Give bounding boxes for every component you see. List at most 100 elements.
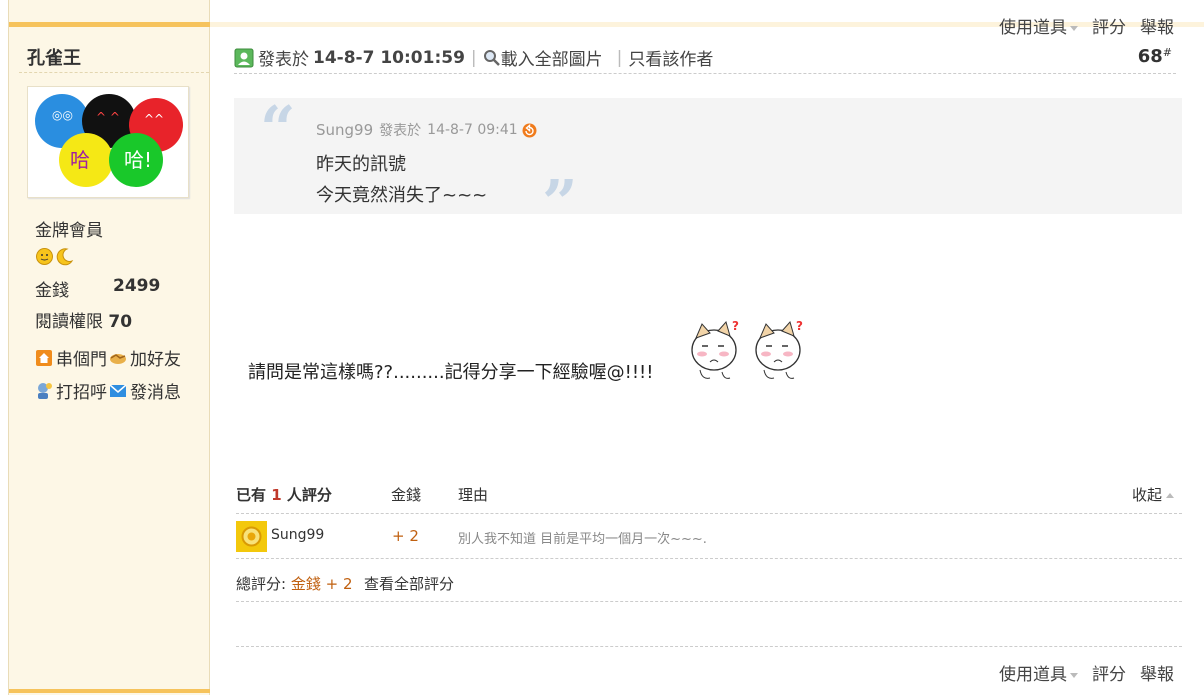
quote-prefix: 發表於 [379, 123, 422, 139]
divider [19, 72, 209, 73]
quote-block: “ Sung99 發表於 14-8-7 09:41 昨天的訊號 今天竟然消失了~… [234, 92, 1182, 234]
column-reason: 理由 [458, 486, 489, 504]
rank-icons [35, 247, 74, 266]
stat-read-permission: 閱讀權限 70 [35, 307, 132, 332]
divider: | [616, 47, 623, 68]
post-meta: 發表於 14-8-7 10:01:59 | 載入全部圖片 | 只看該作者 [234, 45, 713, 70]
stat-value: 70 [108, 312, 133, 332]
rating-prefix: 已有 [236, 486, 267, 504]
floor-mark: # [1162, 46, 1172, 59]
greet-label: 打招呼 [56, 383, 107, 403]
home-icon [36, 349, 52, 366]
floor-value: 68 [1137, 46, 1163, 67]
moon-icon [56, 248, 74, 266]
total-label: 總評分: [236, 575, 287, 593]
rater-reason: 別人我不知道 目前是平均一個月一次~~~. [458, 532, 707, 547]
quote-author: Sung99 [316, 121, 374, 139]
visit-label: 串個門 [56, 350, 107, 370]
svg-text:哈!: 哈! [124, 148, 152, 172]
author-actions-row-1: 串個門 加好友 [35, 345, 183, 370]
goto-post-icon[interactable] [522, 123, 537, 138]
rater-money: + 2 [392, 527, 419, 545]
divider: | [470, 47, 477, 68]
rate-button[interactable]: 評分 [1092, 660, 1126, 685]
svg-text:◎◎: ◎◎ [52, 108, 73, 122]
rating-count-label: 已有 1 人評分 [236, 484, 332, 505]
report-button[interactable]: 舉報 [1140, 660, 1174, 685]
post-message: 請問是常這樣嗎??.........記得分享一下經驗喔@!!!! [248, 362, 654, 383]
use-item-button[interactable]: 使用道具 [999, 660, 1078, 685]
stat-value: 2499 [113, 276, 161, 296]
author-actions-row-2: 打招呼 發消息 [35, 378, 183, 403]
send-message-button[interactable]: 發消息 [109, 378, 181, 403]
rating-total: 總評分: 金錢 + 2 [236, 573, 353, 594]
rating-suffix: 人評分 [286, 486, 332, 504]
previous-post-tools: 使用道具 評分 舉報 [999, 13, 1174, 38]
use-item-label: 使用道具 [999, 665, 1067, 685]
posted-date: 14-8-7 10:01:59 [313, 47, 465, 68]
handshake-icon [110, 353, 126, 364]
total-money-value: + 2 [325, 575, 353, 593]
send-message-label: 發消息 [130, 383, 181, 403]
use-item-button[interactable]: 使用道具 [999, 13, 1078, 38]
quote-line: 今天竟然消失了~~~ [316, 185, 488, 206]
sidebar-top-accent [9, 22, 210, 27]
collapse-label: 收起 [1131, 486, 1162, 504]
sun-icon [36, 248, 53, 265]
quote-line: 昨天的訊號 [316, 154, 406, 175]
magnifier-icon [483, 49, 500, 66]
add-friend-button[interactable]: 加好友 [109, 345, 181, 370]
greet-icon [38, 382, 52, 399]
svg-text:^ ^: ^ ^ [96, 110, 120, 124]
post-tools: 使用道具 評分 舉報 [999, 660, 1174, 685]
rate-button[interactable]: 評分 [1092, 13, 1126, 38]
chevron-up-icon [1166, 493, 1174, 498]
floor-number[interactable]: 68# [1138, 46, 1172, 67]
collapse-button[interactable]: 收起 [1132, 484, 1174, 505]
posted-prefix: 發表於 [258, 50, 309, 70]
author-name[interactable]: 孔雀王 [27, 44, 81, 70]
online-status-icon [234, 48, 254, 67]
quote-close-icon: ” [542, 166, 578, 239]
chevron-down-icon [1070, 672, 1078, 678]
stat-money: 金錢 2499 [35, 276, 160, 301]
previous-post-footer: 使用道具 評分 舉報 [210, 18, 1204, 38]
post-header: 發表於 14-8-7 10:01:59 | 載入全部圖片 | 只看該作者 68# [234, 40, 1176, 74]
total-money-label: 金錢 [290, 575, 321, 593]
use-item-label: 使用道具 [999, 18, 1067, 38]
svg-text:^^: ^^ [144, 112, 164, 126]
quote-date: 14-8-7 09:41 [427, 122, 518, 138]
visit-button[interactable]: 串個門 [35, 345, 107, 370]
load-images-label: 載入全部圖片 [500, 50, 603, 70]
view-all-ratings-link[interactable]: 查看全部評分 [364, 573, 454, 594]
only-author-link[interactable]: 只看該作者 [628, 45, 713, 70]
quote-open-icon: “ [260, 92, 296, 165]
chevron-down-icon [1070, 25, 1078, 31]
mail-icon [109, 383, 127, 397]
svg-text:?: ? [796, 319, 803, 333]
confused-cat-emoticon: ? [691, 319, 739, 379]
rating-table: 已有 1 人評分 金錢 理由 收起 Sung99 + 2 別人我不知道 目前是平… [236, 478, 1182, 602]
author-sidebar: 孔雀王 ◎◎ ^ ^ ^^ 哈 哈! 金牌會員 金錢 2499 閱讀權限 70 … [8, 0, 210, 695]
confused-cat-emoticon: ? [755, 319, 803, 379]
rating-count: 1 [271, 486, 282, 504]
user-rank: 金牌會員 [35, 221, 103, 241]
column-money: 金錢 [391, 486, 422, 504]
quote-meta: Sung99 發表於 14-8-7 09:41 [316, 120, 537, 140]
rater-name[interactable]: Sung99 [271, 527, 324, 543]
table-row: Sung99 + 2 別人我不知道 目前是平均一個月一次~~~. [236, 514, 1182, 559]
svg-text:?: ? [732, 319, 739, 333]
stat-label: 閱讀權限 [35, 312, 103, 332]
load-images-link[interactable]: 載入全部圖片 [483, 45, 603, 70]
svg-text:哈: 哈 [70, 148, 90, 172]
rating-summary: 總評分: 金錢 + 2 查看全部評分 [236, 559, 1182, 602]
report-button[interactable]: 舉報 [1140, 13, 1174, 38]
stat-label: 金錢 [35, 281, 69, 301]
divider [236, 646, 1182, 647]
add-friend-label: 加好友 [130, 350, 181, 370]
rating-header: 已有 1 人評分 金錢 理由 收起 [236, 478, 1182, 514]
sidebar-bottom-accent [9, 689, 210, 693]
greet-button[interactable]: 打招呼 [35, 378, 107, 403]
avatar[interactable]: ◎◎ ^ ^ ^^ 哈 哈! [27, 86, 189, 198]
rater-avatar[interactable] [236, 521, 267, 552]
